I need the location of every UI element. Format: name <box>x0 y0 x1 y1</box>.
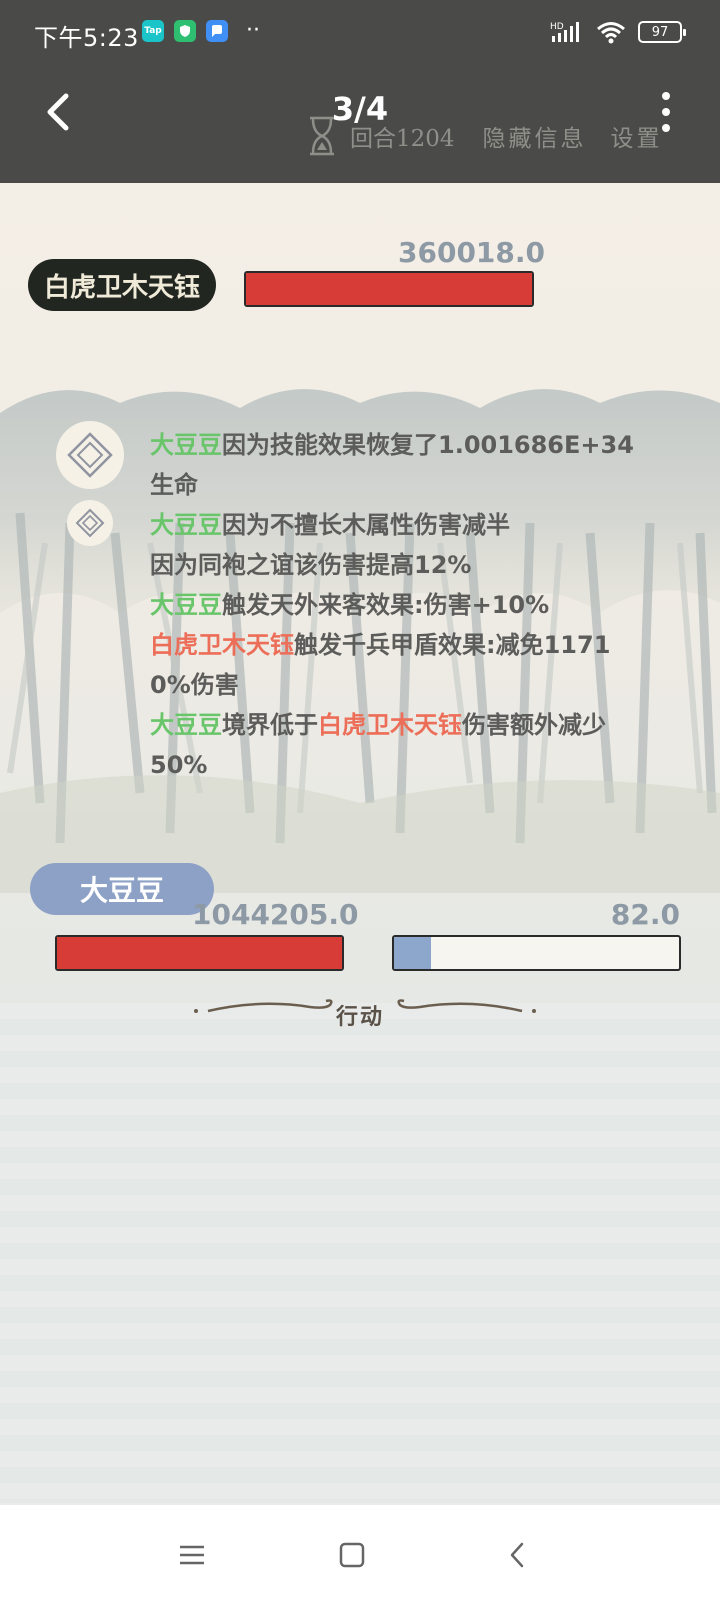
settings-button[interactable]: 设置 <box>611 119 663 153</box>
player-hp-fill <box>57 937 342 969</box>
home-icon[interactable] <box>332 1535 372 1575</box>
player-name-mention: 大豆豆 <box>150 591 222 619</box>
status-time: 下午5:23 <box>34 24 139 52</box>
shield-icon <box>174 20 196 42</box>
log-text: 因为技能效果恢复了1.001686E+34 <box>222 431 634 459</box>
game-top-bar: 回合1204 隐藏信息 设置 <box>306 116 663 156</box>
enemy-hp-bar <box>244 271 534 307</box>
battle-log-line: 大豆豆触发天外来客效果:伤害+10% <box>150 585 670 625</box>
background-bands <box>0 1003 720 1503</box>
round-counter: 回合1204 <box>350 126 455 152</box>
status-bar: 下午5:23 Tap ·· HD 97 <box>0 0 720 70</box>
log-text: 生命 <box>150 471 198 499</box>
enemy-name-badge: 白虎卫木天钰 <box>28 259 216 311</box>
log-text: 触发天外来客效果:伤害+10% <box>222 591 550 619</box>
skill-icon-large[interactable] <box>56 421 124 489</box>
more-notifications-icon: ·· <box>246 18 260 43</box>
diamond-icon <box>67 432 113 478</box>
log-text: 0%伤害 <box>150 671 239 699</box>
system-navigation-bar <box>0 1505 720 1600</box>
player-name-mention: 大豆豆 <box>150 711 222 739</box>
player-hp-bar <box>55 935 344 971</box>
battle-log[interactable]: 大豆豆因为技能效果恢复了1.001686E+34 生命 大豆豆因为不擅长木属性伤害减… <box>150 415 670 785</box>
enemy-hp-fill <box>246 273 532 305</box>
log-text: 境界低于 <box>222 711 318 739</box>
app-header: 3/4 回合1204 隐藏信息 设置 <box>0 70 720 183</box>
chat-icon <box>206 20 228 42</box>
battle-log-line: 大豆豆因为不擅长木属性伤害减半 <box>150 505 670 545</box>
wifi-icon <box>597 22 625 44</box>
player-name-mention: 大豆豆 <box>150 431 222 459</box>
diamond-icon <box>75 508 105 538</box>
enemy-name-mention: 白虎卫木天钰 <box>150 631 294 659</box>
log-text: 伤害额外减少 <box>462 711 606 739</box>
log-text: 50% <box>150 751 208 779</box>
enemy-name-mention: 白虎卫木天钰 <box>318 711 462 739</box>
back-nav-icon[interactable] <box>498 1535 538 1575</box>
player-name-mention: 大豆豆 <box>150 511 222 539</box>
svg-text:HD: HD <box>550 22 564 32</box>
battle-log-line: 大豆豆境界低于白虎卫木天钰伤害额外减少 <box>150 705 670 745</box>
status-right: HD 97 <box>550 20 686 44</box>
menu-icon[interactable] <box>172 1535 212 1575</box>
skill-icon-small[interactable] <box>67 500 113 546</box>
battle-log-line: 白虎卫木天钰触发千兵甲盾效果:减免1171 <box>150 625 670 665</box>
battle-log-line: 生命 <box>150 465 670 505</box>
battle-log-line: 50% <box>150 745 670 785</box>
battery-icon: 97 <box>638 21 686 43</box>
battle-log-line: 大豆豆因为技能效果恢复了1.001686E+34 <box>150 425 670 465</box>
taptap-icon: Tap <box>142 20 164 42</box>
player-energy-bar <box>392 935 681 971</box>
hide-info-button[interactable]: 隐藏信息 <box>483 119 587 153</box>
log-text: 触发千兵甲盾效果:减免1171 <box>294 631 611 659</box>
log-text: 因为同袍之谊该伤害提高12% <box>150 551 472 579</box>
player-energy-value: 82.0 <box>610 898 680 931</box>
log-text: 因为不擅长木属性伤害减半 <box>222 511 510 539</box>
signal-icon: HD <box>550 22 579 42</box>
action-label: 行动 <box>335 1004 384 1030</box>
enemy-hp-value: 360018.0 <box>398 236 546 269</box>
battle-area: 白虎卫木天钰 360018.0 大豆豆因为技能效果恢复了1.001686E+34… <box>0 183 720 1505</box>
hourglass-icon <box>310 116 334 156</box>
battle-log-line: 因为同袍之谊该伤害提高12% <box>150 545 670 585</box>
player-energy-fill <box>394 937 432 969</box>
battle-log-line: 0%伤害 <box>150 665 670 705</box>
status-app-icons: Tap ·· <box>142 20 260 42</box>
player-name-badge: 大豆豆 <box>30 863 214 915</box>
player-hp-value: 1044205.0 <box>192 898 359 931</box>
